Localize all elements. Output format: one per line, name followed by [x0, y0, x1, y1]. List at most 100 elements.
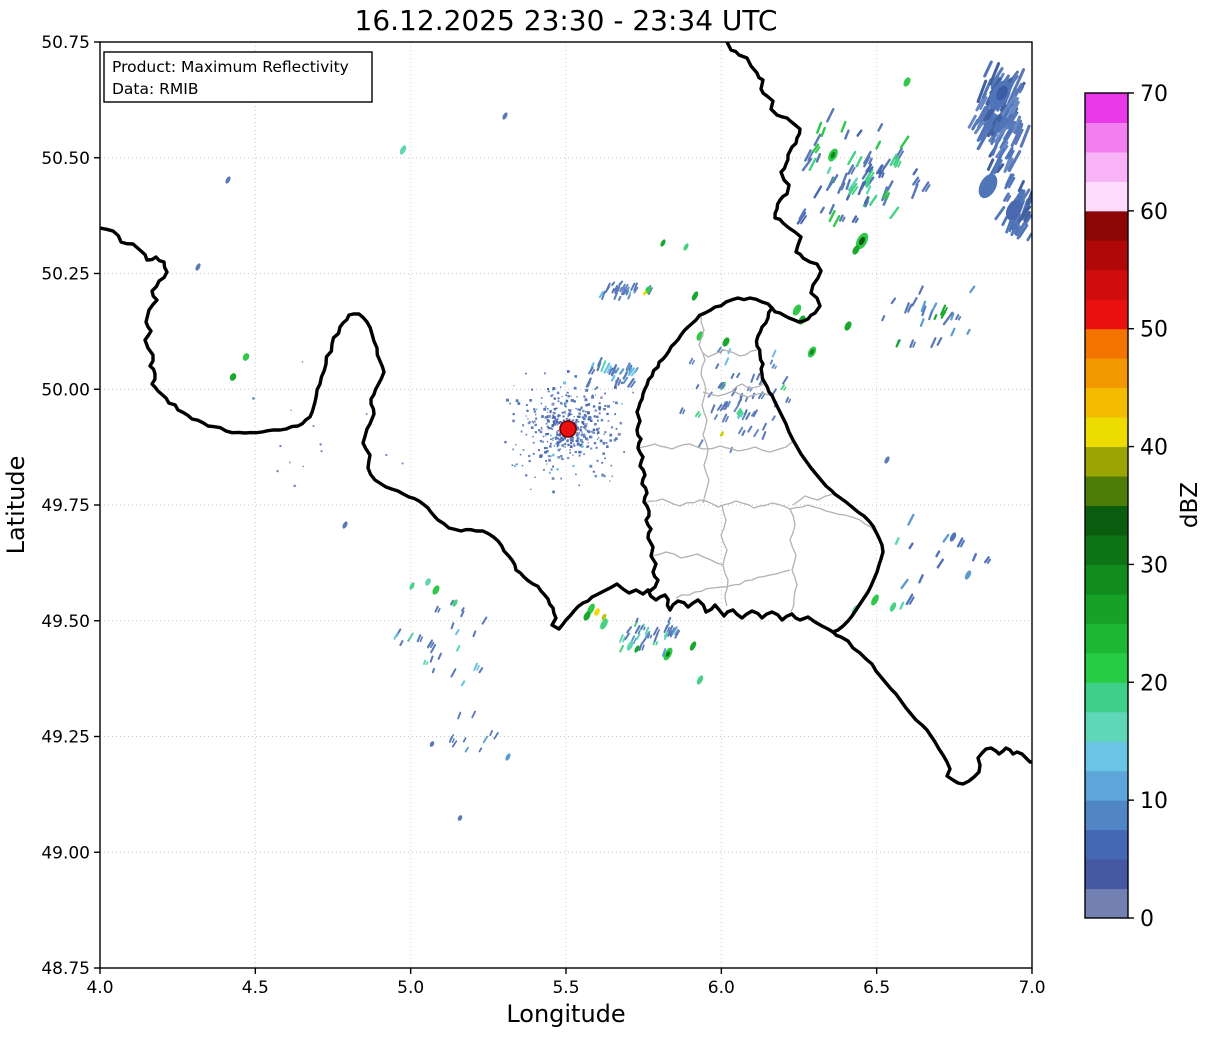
echo-dot — [615, 428, 618, 430]
echo-dot — [614, 386, 617, 389]
echo-dot — [562, 419, 565, 422]
echo-dot — [566, 391, 569, 394]
echo-dot — [545, 460, 547, 462]
echo-dot — [564, 411, 567, 413]
echo-dot — [572, 454, 574, 456]
echo-dot — [549, 455, 552, 457]
y-tick-label: 50.00 — [41, 380, 90, 400]
echo-dot — [556, 391, 560, 395]
echo-dot — [531, 388, 534, 391]
echo-dot — [573, 443, 575, 445]
x-axis-label: Longitude — [506, 1000, 625, 1028]
colorbar-segment — [1085, 240, 1128, 271]
echo-dot — [584, 398, 588, 402]
echo-dot — [570, 441, 573, 445]
echo-dot — [567, 443, 570, 447]
echo-dot — [577, 421, 580, 423]
colorbar-tick-label: 50 — [1140, 318, 1168, 343]
echo-dot — [546, 441, 549, 443]
echo-dot — [568, 409, 572, 412]
echo-dot — [598, 436, 600, 439]
echo-dot — [554, 418, 557, 421]
echo-dot — [545, 422, 548, 425]
echo-dot — [589, 416, 592, 419]
echo-dot — [592, 470, 595, 473]
echo-dot — [531, 420, 533, 423]
echo-dot — [580, 426, 582, 428]
echo-dot — [587, 442, 590, 444]
colorbar-label: dBZ — [1177, 482, 1203, 528]
echo-streak — [655, 640, 659, 646]
echo-dot — [590, 430, 593, 433]
colorbar-segment — [1085, 476, 1128, 506]
y-tick-label: 49.50 — [41, 612, 90, 632]
echo-streak — [788, 398, 792, 404]
echo-dot — [509, 402, 511, 405]
echo-dot — [552, 420, 556, 423]
echo-dot — [513, 464, 516, 468]
echo-dot — [532, 441, 535, 444]
echo-dot — [535, 413, 537, 416]
echo-dot — [525, 415, 527, 417]
echo-dot — [552, 437, 554, 439]
echo-dot — [548, 471, 551, 474]
echo-dot — [572, 419, 574, 421]
echo-dot — [543, 468, 545, 471]
echo-dot — [528, 454, 531, 458]
echo-dot — [290, 409, 292, 411]
echo-dot — [559, 438, 562, 441]
echo-dot — [557, 397, 560, 400]
colorbar-segment — [1085, 269, 1128, 300]
echo-dot — [602, 452, 605, 455]
echo-dot — [574, 375, 577, 378]
colorbar-segment — [1085, 446, 1128, 477]
echo-dot — [525, 433, 528, 436]
echo-dot — [552, 414, 555, 417]
echo-dot — [542, 435, 545, 438]
echo-dot — [289, 461, 291, 464]
echo-dot — [525, 372, 527, 375]
echo-dot — [559, 421, 562, 423]
echo-dot — [552, 439, 554, 441]
echo-dot — [579, 428, 582, 431]
echo-dot — [572, 464, 575, 468]
echo-dot — [276, 470, 279, 473]
echo-dot — [586, 411, 590, 415]
echo-dot — [594, 409, 597, 412]
echo-dot — [293, 484, 296, 487]
echo-dot — [572, 436, 574, 439]
colorbar-segment — [1085, 358, 1128, 389]
echo-dot — [512, 448, 515, 451]
colorbar-segment — [1085, 151, 1128, 182]
echo-dot — [556, 442, 559, 445]
echo-streak — [774, 365, 778, 370]
echo-dot — [555, 443, 557, 445]
echo-dot — [540, 426, 543, 429]
y-tick-label: 50.25 — [41, 265, 90, 285]
echo-dot — [604, 431, 607, 434]
echo-dot — [604, 404, 607, 407]
colorbar-segment — [1085, 93, 1128, 123]
echo-dot — [569, 445, 573, 449]
echo-dot — [580, 433, 584, 437]
echo-dot — [595, 446, 598, 449]
echo-dot — [575, 473, 577, 476]
echo-dot — [576, 437, 579, 440]
echo-dot — [578, 412, 581, 415]
echo-dot — [574, 450, 577, 454]
echo-dot — [538, 449, 540, 452]
echo-dot — [591, 395, 594, 399]
colorbar-segment — [1085, 210, 1128, 241]
echo-dot — [546, 425, 549, 428]
echo-dot — [544, 416, 547, 419]
radar-map-figure: 16.12.2025 23:30 - 23:34 UTC 4.0 4.5 5.0 5.… — [2, 4, 1203, 1028]
colorbar-segment — [1085, 505, 1128, 536]
echo-dot — [606, 445, 609, 448]
echo-dot — [602, 442, 606, 445]
echo-dot — [573, 416, 575, 418]
echo-dot — [610, 426, 613, 429]
echo-dot — [302, 465, 304, 468]
colorbar-tick-label: 30 — [1140, 553, 1168, 578]
echo-dot — [615, 437, 618, 440]
echo-dot — [567, 413, 570, 415]
